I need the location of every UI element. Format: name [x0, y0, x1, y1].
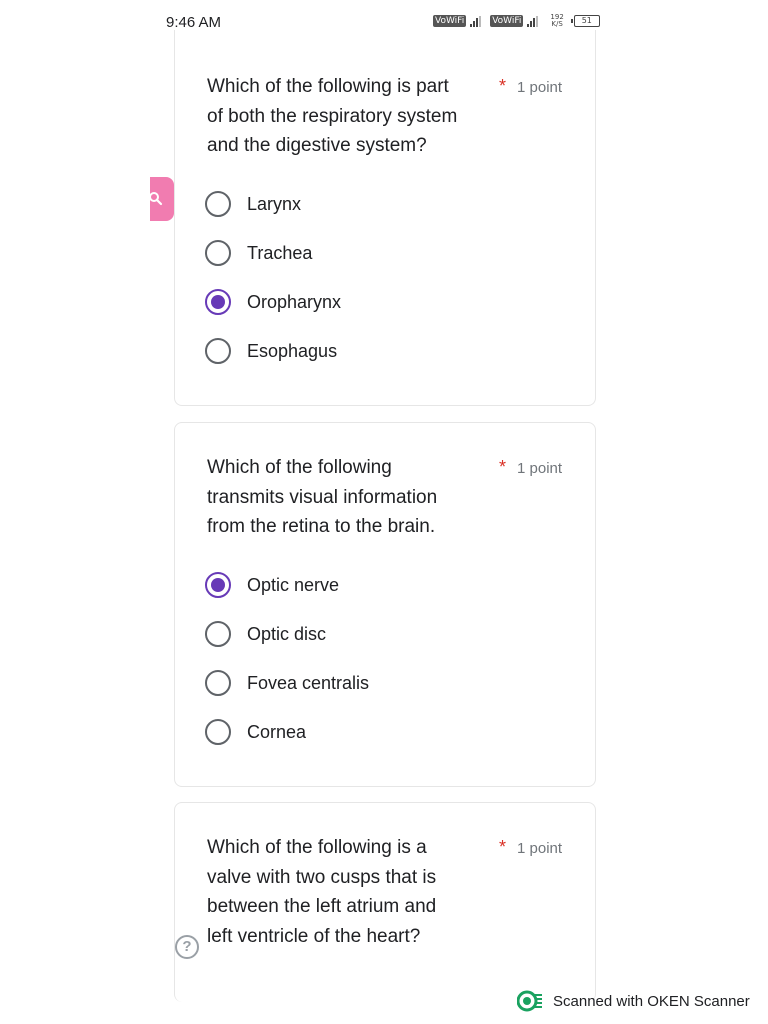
network-speed: 192 K/S: [550, 14, 563, 28]
required-asterisk: *: [499, 76, 507, 96]
question-line: valve with two cusps that is: [207, 866, 437, 888]
question-card-2: Which of the following transmits visual …: [174, 422, 596, 787]
question-text: Which of the following transmits visual …: [207, 453, 437, 542]
radio-button-selected[interactable]: [205, 572, 231, 598]
radio-button-selected[interactable]: [205, 289, 231, 315]
radio-button[interactable]: [205, 191, 231, 217]
question-line: Which of the following is a: [207, 837, 427, 858]
watermark-text: Scanned with OKEN Scanner: [553, 992, 750, 1010]
option-cornea[interactable]: Cornea: [205, 717, 306, 747]
option-oropharynx[interactable]: Oropharynx: [205, 287, 341, 317]
question-text: Which of the following is a valve with t…: [207, 833, 436, 951]
network-speed-unit: K/S: [551, 20, 563, 28]
option-label: Esophagus: [247, 340, 338, 361]
option-esophagus[interactable]: Esophagus: [205, 336, 337, 366]
radio-button[interactable]: [205, 240, 231, 266]
status-icons: VoWiFi VoWiFi 192 K/S 51: [433, 14, 600, 28]
help-icon[interactable]: ?: [175, 935, 199, 959]
option-label: Trachea: [247, 242, 313, 263]
search-icon: [150, 192, 163, 206]
question-line: of both the respiratory system: [207, 105, 458, 127]
option-optic-nerve[interactable]: Optic nerve: [205, 570, 339, 600]
question-line: from the retina to the brain.: [207, 516, 436, 537]
radio-button[interactable]: [205, 621, 231, 647]
option-label: Optic nerve: [247, 574, 340, 595]
option-optic-disc[interactable]: Optic disc: [205, 619, 326, 649]
question-line: between the left atrium and: [207, 896, 437, 917]
option-label: Larynx: [247, 193, 302, 214]
option-larynx[interactable]: Larynx: [205, 189, 301, 219]
signal-icon-2: [527, 15, 539, 27]
question-line: transmits visual information: [207, 486, 438, 508]
radio-button[interactable]: [205, 719, 231, 745]
question-line: left ventricle of the heart?: [207, 925, 421, 947]
scanner-watermark: Scanned with OKEN Scanner: [517, 990, 750, 1012]
battery-icon: 51: [570, 15, 600, 27]
option-label: Fovea centralis: [247, 672, 370, 693]
required-asterisk: *: [499, 457, 507, 477]
signal-icon: [470, 15, 482, 27]
question-points: 1 point: [517, 840, 563, 857]
question-line: and the digestive system?: [207, 135, 427, 156]
question-points: 1 point: [517, 79, 563, 96]
oken-scanner-logo-icon: [517, 990, 542, 1012]
radio-button[interactable]: [205, 670, 231, 696]
question-card-1: Which of the following is part of both t…: [174, 30, 596, 406]
question-text: Which of the following is part of both t…: [207, 72, 457, 161]
option-label: Cornea: [247, 721, 307, 742]
radio-button[interactable]: [205, 338, 231, 364]
vowifi-badge-2: VoWiFi: [490, 15, 524, 27]
option-trachea[interactable]: Trachea: [205, 238, 312, 268]
question-points: 1 point: [517, 460, 563, 477]
option-label: Oropharynx: [247, 291, 342, 312]
option-label: Optic disc: [247, 623, 327, 644]
required-asterisk: *: [499, 837, 507, 857]
status-time: 9:46 AM: [166, 14, 222, 31]
question-line: Which of the following: [207, 457, 392, 478]
vowifi-badge: VoWiFi: [433, 15, 467, 27]
question-card-3: Which of the following is a valve with t…: [174, 802, 596, 1002]
floating-search-tab[interactable]: [150, 177, 174, 221]
question-line: Which of the following is part: [207, 76, 449, 97]
option-fovea-centralis[interactable]: Fovea centralis: [205, 668, 369, 698]
